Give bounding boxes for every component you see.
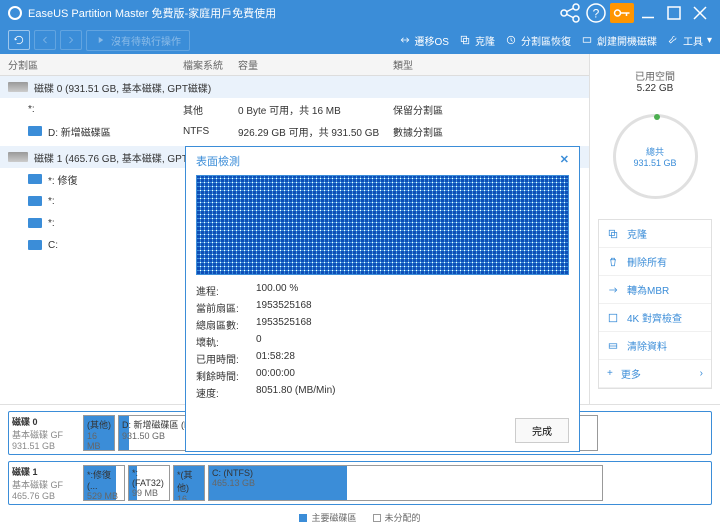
redo-button[interactable]	[60, 30, 82, 50]
done-button[interactable]: 完成	[515, 418, 569, 443]
action-menu: 克隆 刪除所有 轉為MBR 4K 對齊檢查 清除資料 +更多›	[598, 219, 712, 389]
share-button[interactable]	[558, 3, 582, 23]
refresh-button[interactable]	[8, 30, 30, 50]
menu-wipe[interactable]: 清除資料	[599, 332, 711, 360]
dialog-title: 表面檢測	[196, 153, 240, 169]
menu-more[interactable]: +更多›	[599, 360, 711, 388]
partition-row[interactable]: D: 新增磁碟區 NTFS926.29 GB 可用，共 931.50 GB數據分…	[0, 120, 589, 142]
key-button[interactable]	[610, 3, 634, 23]
app-title: EaseUS Partition Master 免費版-家庭用戶免費使用	[28, 5, 556, 21]
migrate-os-button[interactable]: 遷移OS	[399, 33, 449, 48]
disk-segment[interactable]: C: (NTFS)465.13 GB	[208, 465, 603, 501]
partition-row[interactable]: *: 其他0 Byte 可用，共 16 MB保留分割區	[0, 98, 589, 120]
dialog-close-icon[interactable]: ✕	[560, 153, 569, 169]
menu-to-mbr[interactable]: 轉為MBR	[599, 276, 711, 304]
menu-clone[interactable]: 克隆	[599, 220, 711, 248]
partition-icon	[28, 196, 42, 206]
used-space-value: 5.22 GB	[598, 83, 712, 94]
undo-button[interactable]	[34, 30, 56, 50]
right-panel: 已用空間 5.22 GB 總共 931.51 GB 克隆 刪除所有 轉為MBR …	[590, 54, 720, 404]
execute-button: 沒有待執行操作	[86, 30, 190, 51]
bootdisk-button[interactable]: 創建開機磁碟	[581, 33, 657, 48]
used-space-label: 已用空間	[598, 68, 712, 83]
partition-icon	[28, 174, 42, 184]
disk-icon	[8, 82, 28, 92]
disk-row-0[interactable]: 磁碟 0 (931.51 GB, 基本磁碟, GPT磁碟)	[0, 76, 589, 98]
partition-icon	[28, 218, 42, 228]
disk-segment[interactable]: (其他)16 MB	[83, 415, 115, 451]
app-logo-icon	[8, 6, 22, 20]
disk-icon	[8, 152, 28, 162]
clone-button[interactable]: 克隆	[459, 33, 495, 48]
menu-4k-align[interactable]: 4K 對齊檢查	[599, 304, 711, 332]
recover-button[interactable]: 分割區恢復	[505, 33, 571, 48]
titlebar: EaseUS Partition Master 免費版-家庭用戶免費使用 ?	[0, 0, 720, 26]
toolbar: 沒有待執行操作 遷移OS 克隆 分割區恢復 創建開機磁碟 工具 ▾	[0, 26, 720, 54]
surface-grid	[196, 175, 569, 275]
surface-stats: 進程:100.00 %當前扇區:1953525168總扇區數:195352516…	[186, 275, 579, 410]
help-button[interactable]: ?	[584, 3, 608, 23]
partition-icon	[28, 126, 42, 136]
tools-button[interactable]: 工具 ▾	[667, 33, 712, 48]
disk-bar-1[interactable]: 磁碟 1基本磁碟 GF465.76 GB *:修復 (...529 MB*: (…	[8, 461, 712, 505]
menu-delete-all[interactable]: 刪除所有	[599, 248, 711, 276]
minimize-button[interactable]	[636, 3, 660, 23]
partition-icon: *:	[28, 104, 42, 114]
maximize-button[interactable]	[662, 3, 686, 23]
disk-segment[interactable]: *(其他)16 MB	[173, 465, 205, 501]
partition-icon	[28, 240, 42, 250]
surface-test-dialog: 表面檢測 ✕ 進程:100.00 %當前扇區:1953525168總扇區數:19…	[185, 146, 580, 452]
svg-text:?: ?	[593, 7, 600, 21]
close-button[interactable]	[688, 3, 712, 23]
table-header: 分割區 檔案系統 容量 類型	[0, 54, 589, 76]
legend: 主要磁碟區 未分配的	[8, 511, 712, 524]
donut-chart: 總共 931.51 GB	[613, 114, 698, 199]
disk-segment[interactable]: *: (FAT32)99 MB	[128, 465, 170, 501]
disk-segment[interactable]: *:修復 (...529 MB	[83, 465, 125, 501]
